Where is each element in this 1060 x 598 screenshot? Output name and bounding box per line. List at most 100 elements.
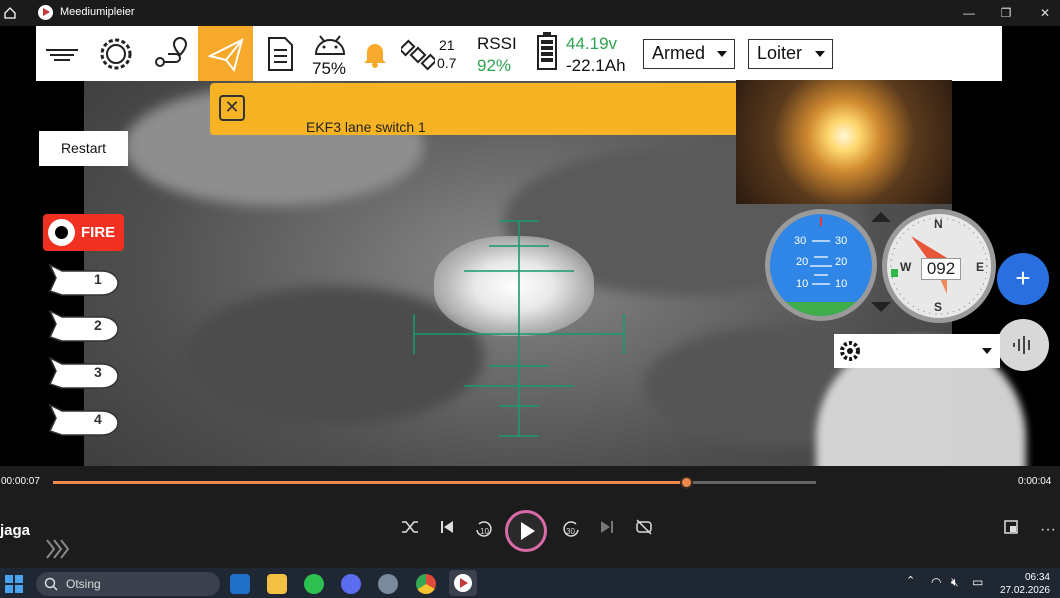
battery-tray-icon[interactable]: ▭ bbox=[972, 575, 983, 589]
alert-close-button[interactable]: ✕ bbox=[219, 95, 245, 121]
taskbar: Otsing ⌃ ◠ 🔇︎ ▭ 06:34 27.02.2026 bbox=[0, 568, 1060, 598]
close-button[interactable]: ✕ bbox=[1034, 4, 1056, 22]
previous-button[interactable] bbox=[434, 519, 460, 541]
restart-button[interactable]: Restart bbox=[39, 131, 128, 166]
add-button[interactable]: + bbox=[997, 253, 1049, 305]
camera-thumbnail[interactable] bbox=[736, 80, 952, 204]
bomb-number: 3 bbox=[94, 364, 102, 380]
mission-document-icon[interactable] bbox=[260, 34, 300, 74]
settings-app-icon[interactable] bbox=[378, 574, 398, 594]
flight-mode-value: Loiter bbox=[757, 43, 803, 63]
taskbar-search[interactable]: Otsing bbox=[36, 572, 220, 596]
media-player-controls: 00:00:07 0:00:04 jaga 10 30 ··· bbox=[0, 466, 1060, 568]
svg-text:10: 10 bbox=[480, 527, 489, 536]
compass-north: N bbox=[934, 217, 943, 231]
windows-start-icon[interactable] bbox=[5, 575, 23, 593]
chevron-down-icon bbox=[815, 51, 825, 57]
shuffle-icon bbox=[402, 521, 418, 533]
more-options-button[interactable]: ··· bbox=[1035, 519, 1060, 541]
satellite-icon bbox=[401, 39, 435, 71]
fire-button[interactable]: FIRE bbox=[43, 214, 124, 251]
bomb-release-button-3[interactable]: 3 bbox=[48, 356, 120, 391]
seek-thumb[interactable] bbox=[680, 476, 694, 489]
compass: N W E S 092 bbox=[882, 209, 996, 323]
rssi-value: 92% bbox=[477, 56, 512, 75]
seek-progress bbox=[53, 481, 687, 484]
chrome-icon[interactable] bbox=[416, 574, 436, 594]
svg-text:30: 30 bbox=[566, 527, 575, 536]
rewind-10-button[interactable]: 10 bbox=[471, 519, 497, 541]
minimize-button[interactable]: — bbox=[958, 4, 980, 22]
bomb-icon bbox=[48, 356, 119, 389]
alert-message: EKF3 lane switch 1 bbox=[306, 119, 426, 135]
home-icon[interactable] bbox=[3, 6, 17, 20]
forward-30-button[interactable]: 30 bbox=[558, 519, 584, 541]
forward-30-icon: 30 bbox=[563, 521, 579, 537]
search-icon bbox=[44, 577, 58, 591]
pitch-label: 10 bbox=[835, 278, 848, 290]
chevron-down-icon[interactable] bbox=[982, 348, 992, 354]
compass-east: E bbox=[976, 260, 985, 274]
play-button[interactable] bbox=[505, 510, 547, 552]
gcs-top-bar: 75% 21 0.7 RSSI 92% 44.19v -22.1Ah Armed… bbox=[36, 26, 1002, 81]
seek-bar[interactable] bbox=[53, 476, 816, 489]
mini-player-button[interactable] bbox=[998, 519, 1024, 541]
media-title: jaga bbox=[0, 522, 31, 539]
alert-banner: ✕ EKF3 lane switch 1 bbox=[210, 83, 740, 135]
rssi-label: RSSI bbox=[477, 34, 517, 53]
next-button[interactable] bbox=[594, 519, 620, 541]
speaker-muted-icon[interactable]: 🔇︎ bbox=[951, 575, 959, 590]
heading-readout: 092 bbox=[921, 258, 961, 280]
media-player-taskbar-button[interactable] bbox=[449, 570, 477, 596]
gps-hdop: 0.7 bbox=[437, 55, 457, 71]
battery-current: -22.1Ah bbox=[566, 56, 626, 75]
outlook-icon[interactable] bbox=[230, 574, 250, 594]
repeat-off-icon bbox=[636, 519, 652, 535]
bell-warning-icon[interactable] bbox=[360, 38, 390, 68]
messenger-icon[interactable] bbox=[341, 574, 361, 594]
pitch-ladder bbox=[810, 217, 832, 285]
route-planner-icon[interactable] bbox=[150, 34, 190, 74]
tray-chevron-up-icon[interactable]: ⌃ bbox=[906, 574, 915, 587]
media-player-app-icon bbox=[38, 5, 53, 20]
compass-south: S bbox=[934, 300, 943, 314]
elapsed-time: 00:00:07 bbox=[1, 476, 40, 487]
expand-chevrons-icon[interactable] bbox=[44, 538, 70, 560]
bomb-number: 4 bbox=[94, 411, 102, 427]
satellite-count: 21 bbox=[439, 37, 455, 53]
skip-previous-icon bbox=[441, 521, 453, 533]
mini-player-icon bbox=[1004, 520, 1018, 534]
maximize-button[interactable]: ❐ bbox=[995, 4, 1017, 22]
arm-state-dropdown[interactable]: Armed bbox=[643, 39, 735, 69]
flight-mode-dropdown[interactable]: Loiter bbox=[748, 39, 833, 69]
skip-next-icon bbox=[601, 521, 613, 533]
arm-state-value: Armed bbox=[652, 43, 706, 63]
android-battery-icon bbox=[314, 35, 346, 55]
pitch-label: 20 bbox=[796, 256, 809, 268]
pitch-label: 30 bbox=[794, 235, 807, 247]
wifi-icon[interactable]: ◠ bbox=[931, 575, 941, 589]
fly-view-tab[interactable] bbox=[198, 26, 253, 81]
bomb-icon bbox=[48, 263, 119, 296]
voice-button[interactable] bbox=[997, 319, 1049, 371]
bomb-number: 1 bbox=[94, 271, 102, 287]
remaining-time: 0:00:04 bbox=[1018, 476, 1052, 487]
rewind-10-icon: 10 bbox=[476, 521, 492, 537]
chevron-down-icon bbox=[717, 51, 727, 57]
window-title: Meediumipleier bbox=[60, 6, 135, 18]
settings-panel-header[interactable] bbox=[834, 334, 1000, 368]
taskbar-clock[interactable]: 06:34 27.02.2026 bbox=[1000, 571, 1050, 597]
file-explorer-icon[interactable] bbox=[267, 574, 287, 594]
shuffle-button[interactable] bbox=[397, 519, 423, 541]
repeat-button[interactable] bbox=[631, 519, 657, 541]
gear-icon[interactable] bbox=[838, 339, 862, 363]
bomb-release-button-1[interactable]: 1 bbox=[48, 263, 120, 298]
pitch-label: 30 bbox=[835, 235, 848, 247]
attitude-sky: 30 30 20 20 10 10 bbox=[770, 214, 872, 316]
bomb-release-button-4[interactable]: 4 bbox=[48, 403, 120, 438]
drone-menu-icon[interactable] bbox=[42, 34, 82, 74]
bomb-release-button-2[interactable]: 2 bbox=[48, 309, 120, 344]
settings-gear-icon[interactable] bbox=[96, 34, 136, 74]
device-battery-percent: 75% bbox=[312, 59, 347, 78]
whatsapp-icon[interactable] bbox=[304, 574, 324, 594]
